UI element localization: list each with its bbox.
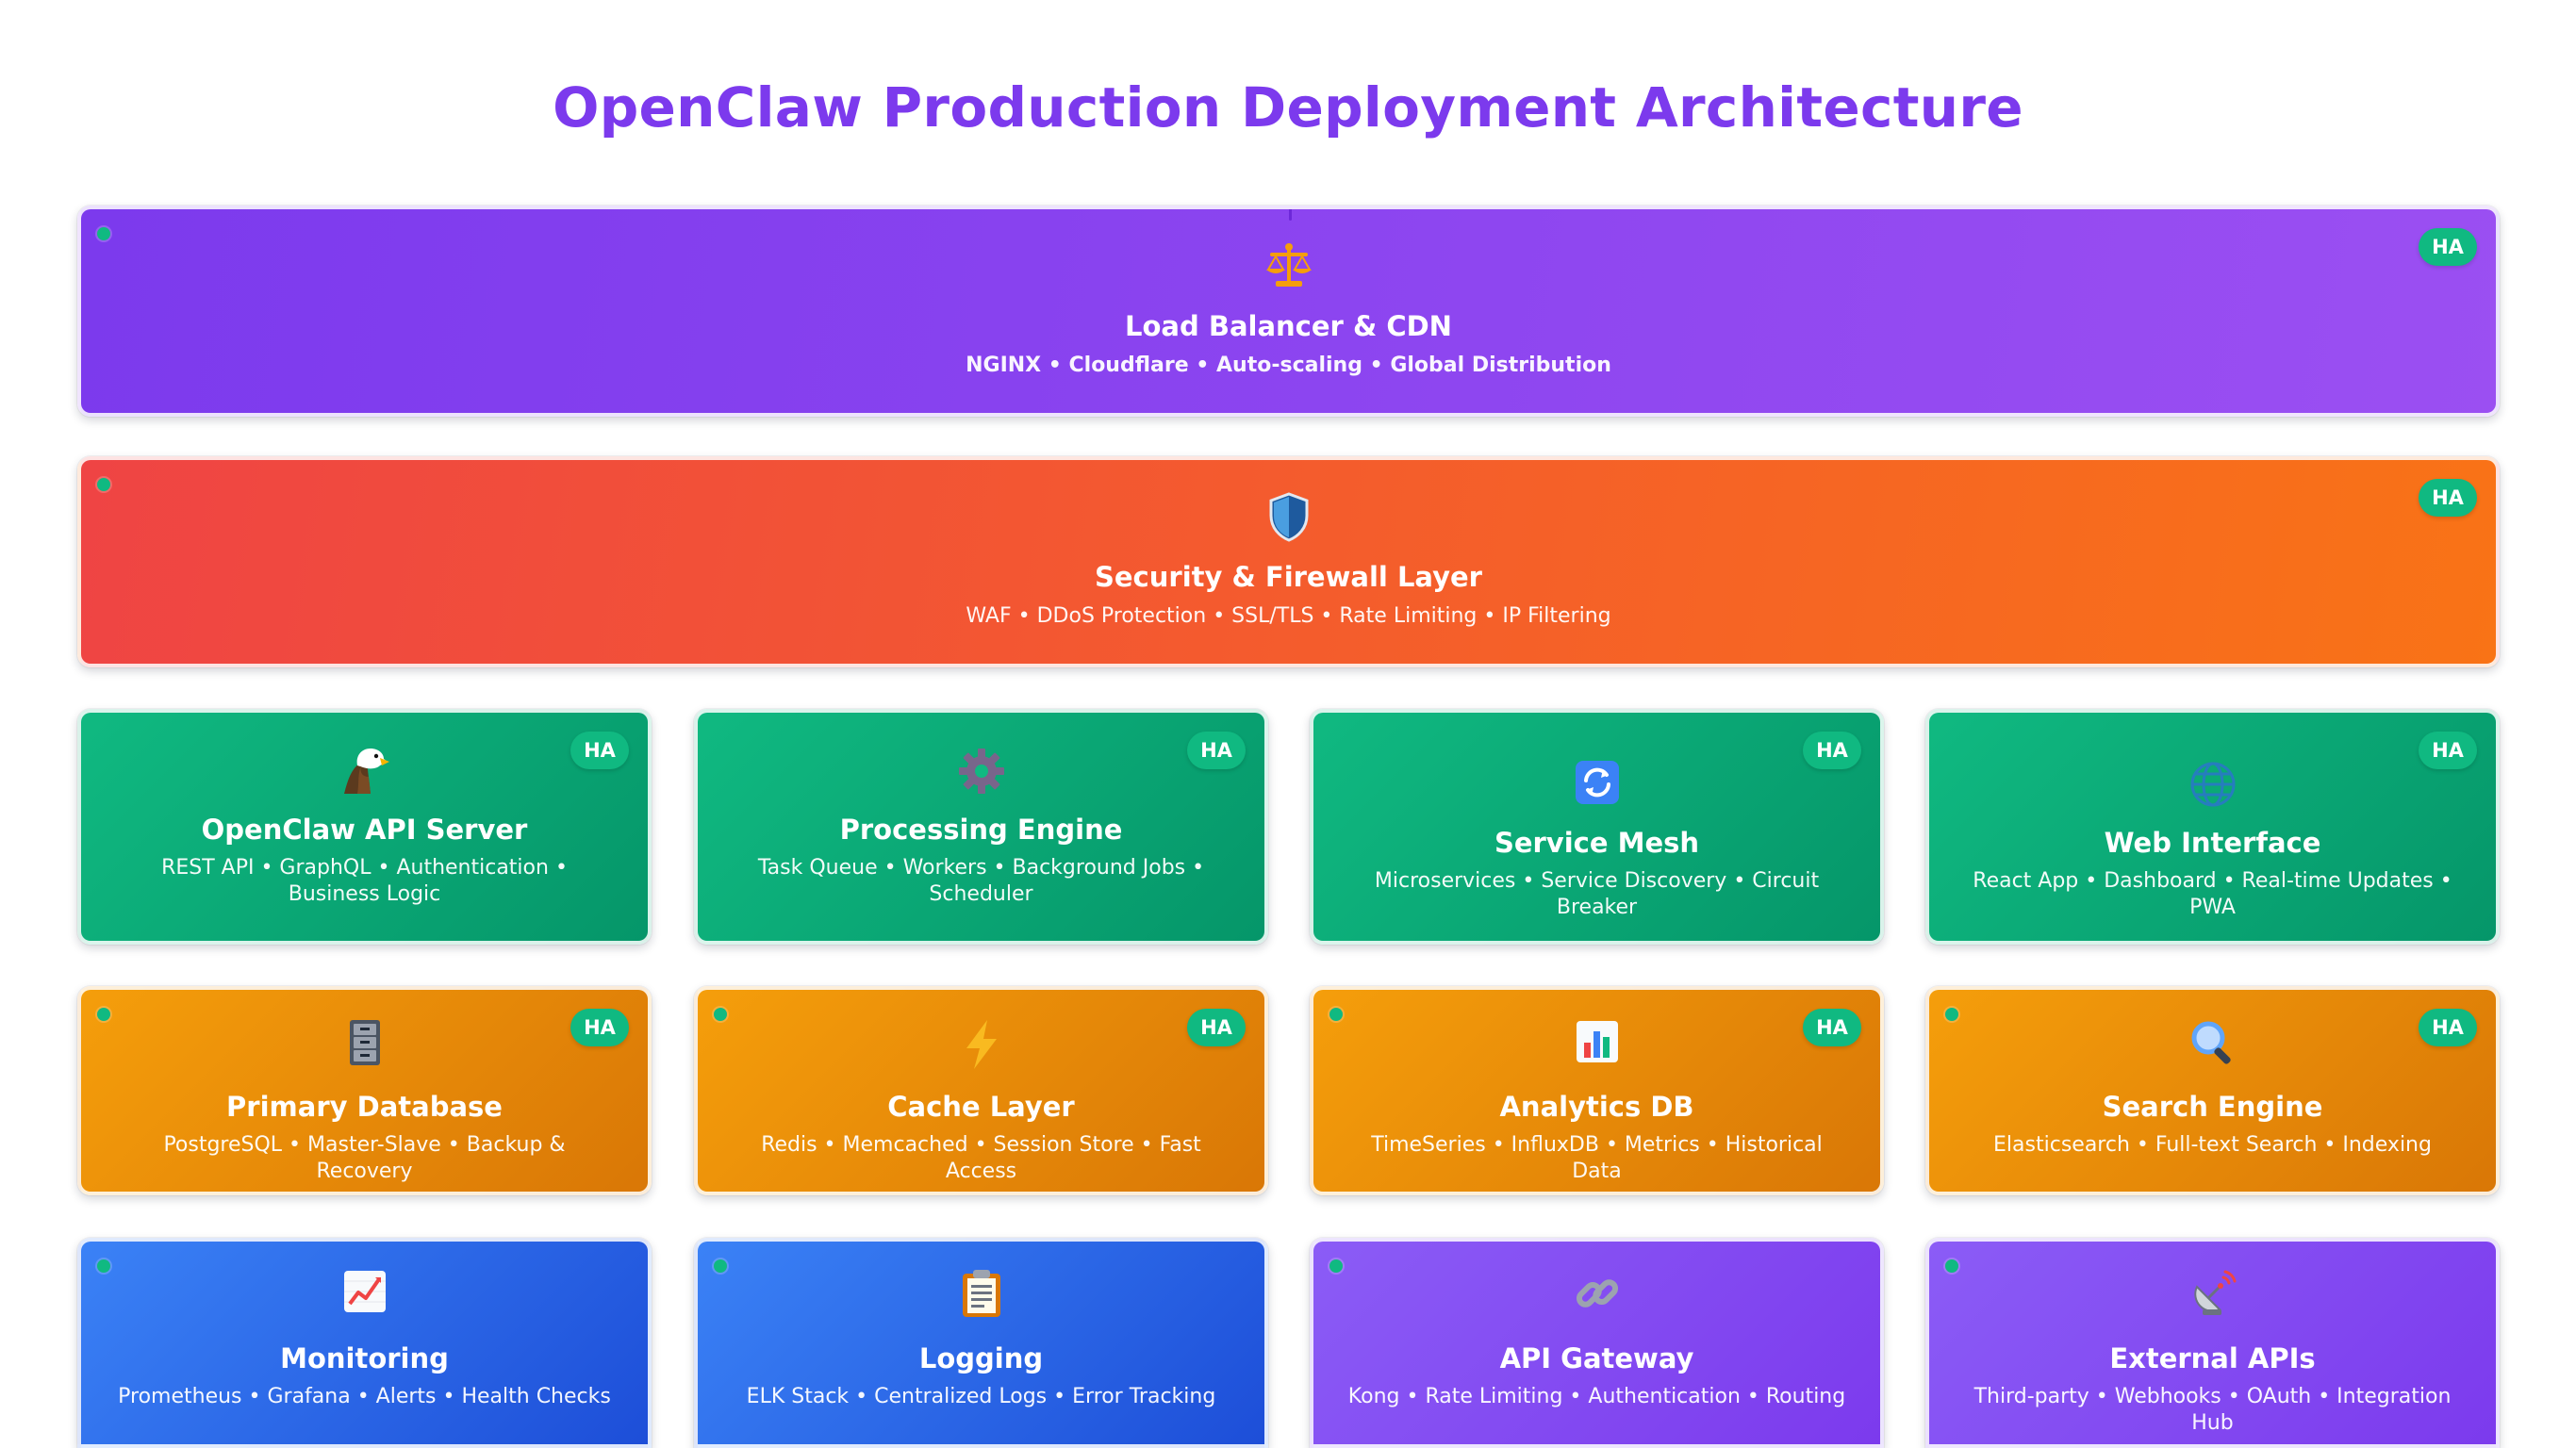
layer-name: Load Balancer & CDN <box>1125 310 1452 342</box>
ops-name: API Gateway <box>1499 1342 1694 1374</box>
service-name: Service Mesh <box>1494 827 1700 859</box>
data-primary-database: HA Primary Database PostgreSQL • Master-… <box>77 986 652 1195</box>
ops-name: Monitoring <box>280 1342 449 1374</box>
ops-description: Prometheus • Grafana • Alerts • Health C… <box>118 1385 611 1408</box>
ops-api-gateway: API Gateway Kong • Rate Limiting • Authe… <box>1310 1238 1884 1448</box>
ops-logging: Logging ELK Stack • Centralized Logs • E… <box>694 1238 1268 1448</box>
service-description: REST API • GraphQL • Authentication • Bu… <box>161 856 568 906</box>
magnifier-icon <box>1929 1018 2496 1071</box>
service-name: OpenClaw API Server <box>201 814 528 846</box>
service-api-server: HA OpenClaw API Server REST API • GraphQ… <box>77 709 652 945</box>
satellite-icon <box>1929 1268 2496 1321</box>
link-icon <box>1313 1268 1880 1321</box>
shield-icon <box>81 490 2496 543</box>
data-cache-layer: HA Cache Layer Redis • Memcached • Sessi… <box>694 986 1268 1195</box>
layer-name: Security & Firewall Layer <box>1095 561 1482 593</box>
diagram-title: OpenClaw Production Deployment Architect… <box>553 75 2023 140</box>
service-description: Microservices • Service Discovery • Circ… <box>1374 869 1820 919</box>
service-name: Processing Engine <box>839 814 1123 846</box>
eagle-icon <box>81 745 648 798</box>
data-description: PostgreSQL • Master-Slave • Backup & Rec… <box>163 1133 566 1183</box>
flow-arrow <box>1289 209 1292 221</box>
ops-name: External APIs <box>2109 1342 2316 1374</box>
ops-description: Third-party • Webhooks • OAuth • Integra… <box>1973 1385 2452 1435</box>
service-name: Web Interface <box>2104 827 2321 859</box>
lightning-icon <box>698 1018 1264 1071</box>
ops-monitoring: Monitoring Prometheus • Grafana • Alerts… <box>77 1238 652 1448</box>
data-description: Elasticsearch • Full-text Search • Index… <box>1993 1133 2432 1157</box>
service-service-mesh: HA Service Mesh Microservices • Service … <box>1310 709 1884 945</box>
data-analytics-db: HA Analytics DB TimeSeries • InfluxDB • … <box>1310 986 1884 1195</box>
layer-description: WAF • DDoS Protection • SSL/TLS • Rate L… <box>966 604 1611 628</box>
data-description: Redis • Memcached • Session Store • Fast… <box>761 1133 1201 1183</box>
service-description: React App • Dashboard • Real-time Update… <box>1973 869 2452 919</box>
service-processing-engine: HA Processing Engine Task Queue • Worker… <box>694 709 1268 945</box>
ops-description: Kong • Rate Limiting • Authentication • … <box>1347 1385 1846 1408</box>
data-name: Primary Database <box>226 1091 503 1123</box>
layer-security: HA Security & Firewall Layer WAF • DDoS … <box>77 456 2500 667</box>
service-description: Task Queue • Workers • Background Jobs •… <box>757 856 1205 906</box>
sync-icon <box>1313 758 1880 811</box>
bar-chart-icon <box>1313 1018 1880 1071</box>
status-dot <box>97 478 110 491</box>
data-search-engine: HA Search Engine Elasticsearch • Full-te… <box>1925 986 2500 1195</box>
ops-name: Logging <box>918 1342 1044 1374</box>
clipboard-icon <box>698 1268 1264 1321</box>
layer-description: NGINX • Cloudflare • Auto-scaling • Glob… <box>966 354 1611 377</box>
architecture-diagram: OpenClaw Production Deployment Architect… <box>0 0 2576 1448</box>
globe-icon <box>1929 758 2496 811</box>
ops-description: ELK Stack • Centralized Logs • Error Tra… <box>746 1385 1216 1408</box>
gear-icon <box>698 745 1264 798</box>
data-name: Search Engine <box>2102 1091 2323 1123</box>
layer-load-balancer: HA Load Balancer & CDN NGINX • Cloudflar… <box>77 206 2500 417</box>
data-name: Analytics DB <box>1499 1091 1694 1123</box>
service-web-interface: HA Web Interface React App • Dashboard •… <box>1925 709 2500 945</box>
ops-external-apis: External APIs Third-party • Webhooks • O… <box>1925 1238 2500 1448</box>
data-description: TimeSeries • InfluxDB • Metrics • Histor… <box>1371 1133 1823 1183</box>
status-dot <box>97 227 110 240</box>
file-cabinet-icon <box>81 1018 648 1071</box>
balance-scale-icon <box>81 239 2496 292</box>
trend-chart-icon <box>81 1268 648 1321</box>
data-name: Cache Layer <box>887 1091 1075 1123</box>
